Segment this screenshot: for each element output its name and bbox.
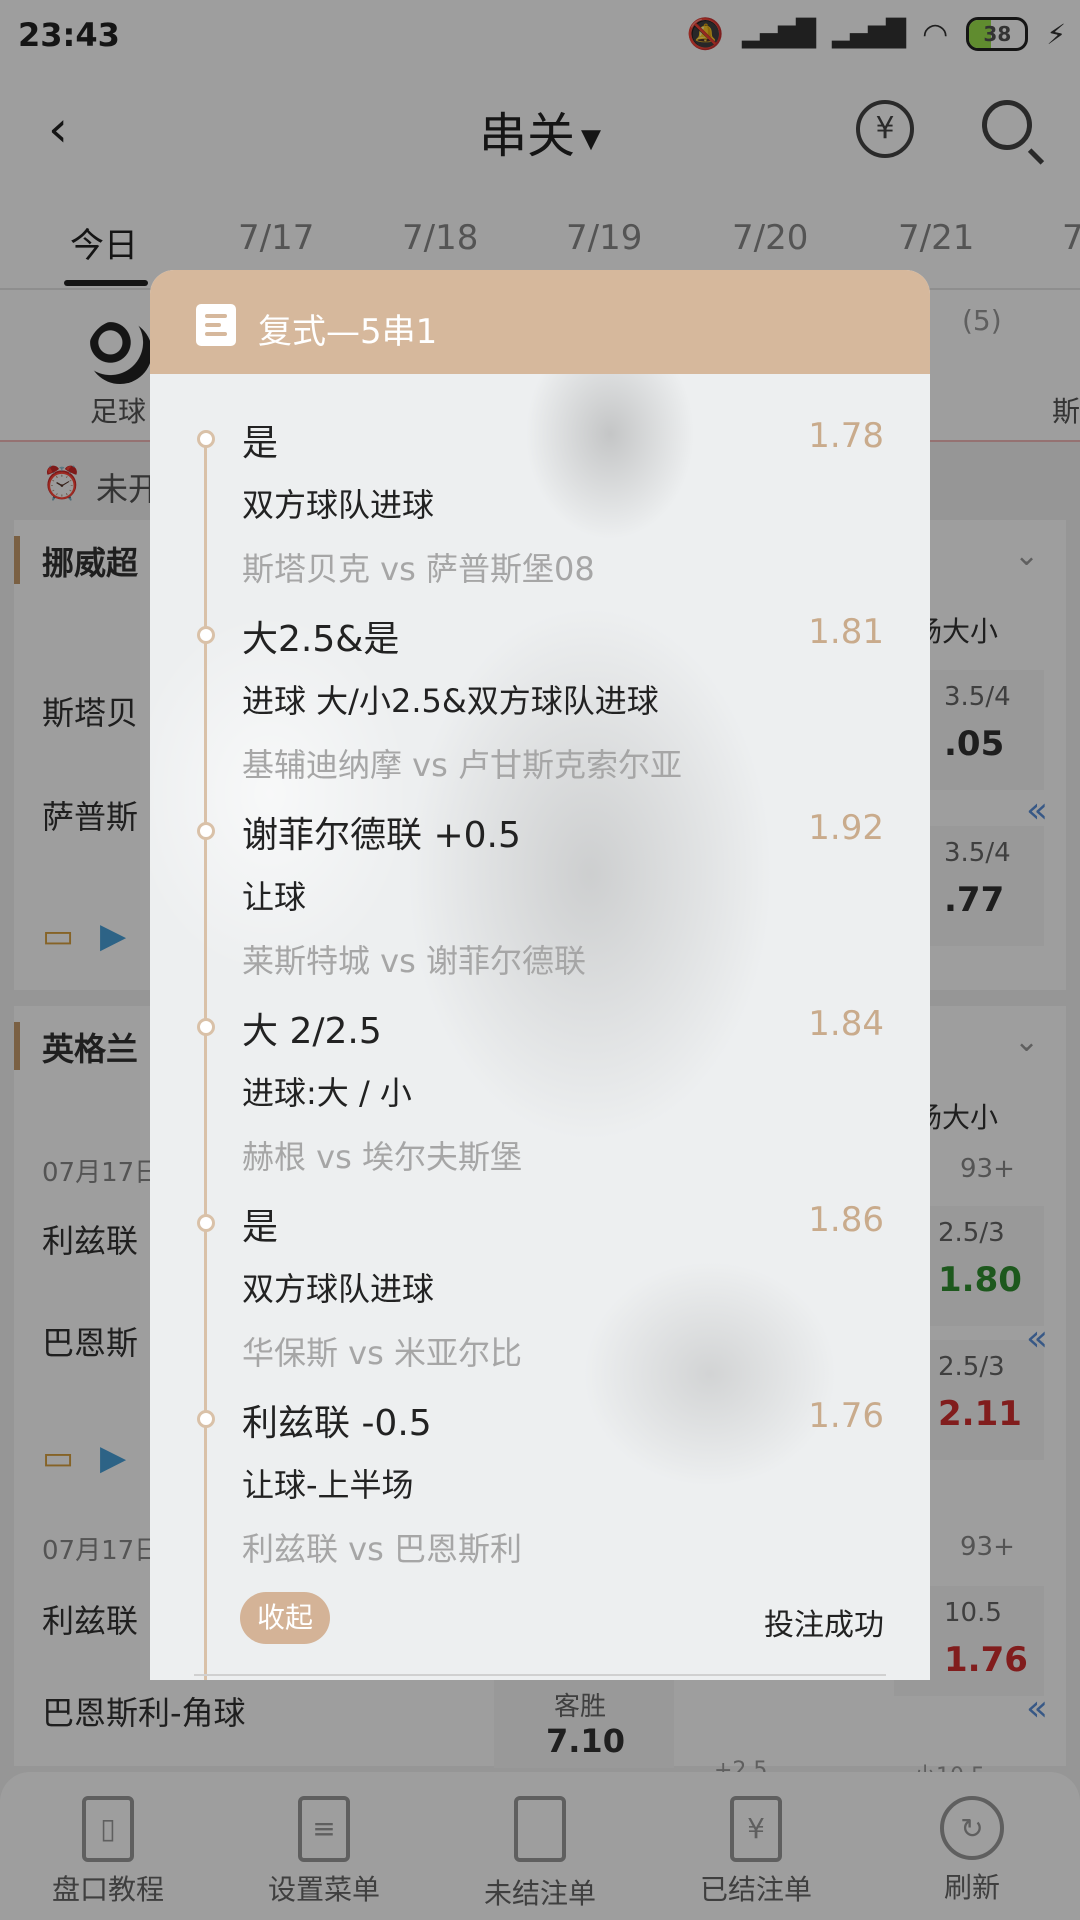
bet-selection: 利兹联 -0.5 (242, 1403, 432, 1444)
bet-market: 让球 (242, 878, 307, 916)
timeline-dot (197, 1410, 215, 1428)
bet-item: 是 1.78 双方球队进球 斯塔贝克 vs 萨普斯堡08 (150, 408, 930, 604)
bet-match: 华保斯 vs 米亚尔比 (242, 1334, 522, 1372)
divider (194, 1674, 886, 1676)
modal-title: 复式—5串1 (258, 312, 438, 352)
timeline-dot (197, 626, 215, 644)
bet-odds: 1.78 (808, 416, 884, 456)
bet-match: 赫根 vs 埃尔夫斯堡 (242, 1138, 522, 1176)
bet-slip-modal: 复式—5串1 是 1.78 双方球队进球 斯塔贝克 vs 萨普斯堡08 大2.5… (150, 270, 930, 1680)
timeline-dot (197, 822, 215, 840)
bet-odds: 1.92 (808, 808, 884, 848)
bet-match: 基辅迪纳摩 vs 卢甘斯克索尔亚 (242, 746, 682, 784)
bet-selection: 是 (242, 423, 279, 464)
bet-item: 谢菲尔德联 +0.5 1.92 让球 莱斯特城 vs 谢菲尔德联 (150, 800, 930, 996)
bet-status: 投注成功 (764, 1608, 884, 1643)
modal-header: 复式—5串1 (150, 270, 930, 374)
bet-item: 是 1.86 双方球队进球 华保斯 vs 米亚尔比 (150, 1192, 930, 1388)
bet-market: 进球 大/小2.5&双方球队进球 (242, 682, 659, 720)
bet-selection: 大2.5&是 (242, 619, 400, 660)
bet-selection: 是 (242, 1207, 279, 1248)
bet-market: 双方球队进球 (242, 486, 435, 524)
bet-match: 斯塔贝克 vs 萨普斯堡08 (242, 550, 595, 588)
document-icon (196, 304, 236, 346)
bet-market: 让球-上半场 (242, 1466, 414, 1504)
collapse-button[interactable]: 收起 (240, 1592, 330, 1644)
bet-odds: 1.84 (808, 1004, 884, 1044)
bet-item: 大 2/2.5 1.84 进球:大 / 小 赫根 vs 埃尔夫斯堡 (150, 996, 930, 1192)
timeline-dot (197, 430, 215, 448)
timeline-dot (197, 1214, 215, 1232)
bet-market: 进球:大 / 小 (242, 1074, 412, 1112)
bet-odds: 1.86 (808, 1200, 884, 1240)
bet-match: 利兹联 vs 巴恩斯利 (242, 1530, 522, 1568)
bet-match: 莱斯特城 vs 谢菲尔德联 (242, 942, 586, 980)
bet-odds: 1.81 (808, 612, 884, 652)
timeline-dot (197, 1018, 215, 1036)
bet-market: 双方球队进球 (242, 1270, 435, 1308)
bet-item: 大2.5&是 1.81 进球 大/小2.5&双方球队进球 基辅迪纳摩 vs 卢甘… (150, 604, 930, 800)
bet-item: 利兹联 -0.5 1.76 让球-上半场 利兹联 vs 巴恩斯利 (150, 1388, 930, 1584)
bet-odds: 1.76 (808, 1396, 884, 1436)
bet-selection: 大 2/2.5 (242, 1011, 382, 1052)
bet-selection: 谢菲尔德联 +0.5 (242, 815, 521, 856)
